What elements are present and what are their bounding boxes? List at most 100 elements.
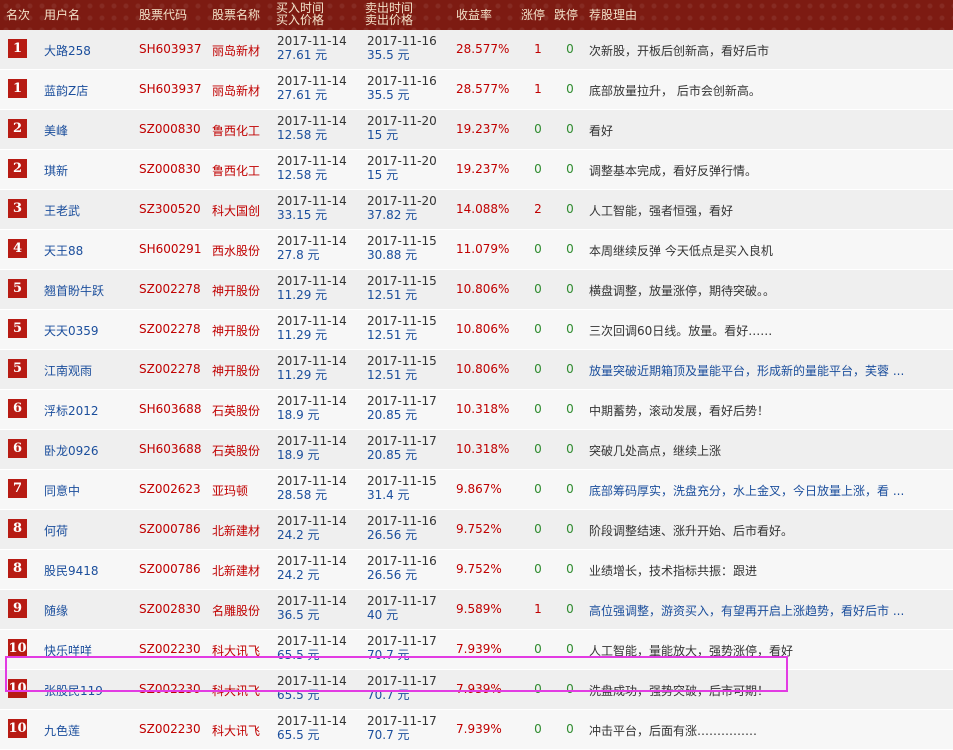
sell-price: 70.7 元 — [367, 728, 410, 742]
stock-name-link[interactable]: 石英股份 — [212, 402, 260, 419]
stock-code-link[interactable]: SH603937 — [139, 82, 201, 96]
return-rate: 9.752% — [456, 522, 502, 536]
sell-date: 2017-11-17 — [367, 434, 437, 448]
stock-code-link[interactable]: SZ300520 — [139, 202, 201, 216]
recommend-reason: 突破几处高点，继续上涨 — [589, 444, 722, 458]
stock-name-link[interactable]: 丽岛新材 — [212, 42, 260, 59]
stock-code-link[interactable]: SH603688 — [139, 402, 201, 416]
return-rate: 19.237% — [456, 162, 510, 176]
buy-date: 2017-11-14 — [277, 354, 347, 368]
sell-price: 26.56 元 — [367, 528, 418, 542]
user-link[interactable]: 随缘 — [44, 602, 68, 619]
user-link[interactable]: 张股民119 — [44, 682, 103, 699]
stock-name-link[interactable]: 鲁西化工 — [212, 122, 260, 139]
user-link[interactable]: 蓝韵Z店 — [44, 82, 88, 99]
return-rate: 7.939% — [456, 642, 502, 656]
user-link[interactable]: 天天0359 — [44, 322, 99, 339]
rank-badge: 5 — [8, 279, 27, 298]
stock-code-link[interactable]: SZ002278 — [139, 362, 201, 376]
return-rate: 9.752% — [456, 562, 502, 576]
stock-code-link[interactable]: SZ000786 — [139, 562, 201, 576]
header-rate: 收益率 — [456, 8, 493, 22]
user-link[interactable]: 大路258 — [44, 42, 91, 59]
stock-name-link[interactable]: 科大讯飞 — [212, 642, 260, 659]
stock-code-link[interactable]: SH603688 — [139, 442, 201, 456]
recommend-reason: 洗盘成功，强势突破，后市可期！ — [589, 684, 770, 698]
recommend-reason[interactable]: 高位强调整，游资买入，有望再开启上涨趋势，看好后市 ... — [589, 602, 919, 619]
stock-code-link[interactable]: SZ000786 — [139, 522, 201, 536]
user-link[interactable]: 浮标2012 — [44, 402, 99, 419]
recommend-reason[interactable]: 底部筹码厚实，洗盘充分，水上金叉，今日放量上涨，看 ... — [589, 482, 919, 499]
limit-down-count: 0 — [566, 562, 574, 576]
buy-price: 24.2 元 — [277, 528, 320, 542]
stock-name-link[interactable]: 北新建材 — [212, 522, 260, 539]
stock-name-link[interactable]: 神开股份 — [212, 282, 260, 299]
stock-name-link[interactable]: 科大讯飞 — [212, 722, 260, 739]
recommend-reason[interactable]: 放量突破近期箱顶及量能平台，形成新的量能平台，芙蓉 ... — [589, 362, 919, 379]
return-rate: 9.589% — [456, 602, 502, 616]
stock-code-link[interactable]: SZ002230 — [139, 682, 201, 696]
stock-name-link[interactable]: 鲁西化工 — [212, 162, 260, 179]
user-link[interactable]: 美峰 — [44, 122, 68, 139]
stock-name-link[interactable]: 科大国创 — [212, 202, 260, 219]
stock-name-link[interactable]: 北新建材 — [212, 562, 260, 579]
limit-up-count: 0 — [534, 402, 542, 416]
user-link[interactable]: 天王88 — [44, 242, 83, 259]
buy-date: 2017-11-14 — [277, 514, 347, 528]
stock-code-link[interactable]: SZ000830 — [139, 122, 201, 136]
buy-cell: 2017-11-14 12.58 元 — [277, 114, 347, 142]
stock-name-link[interactable]: 科大讯飞 — [212, 682, 260, 699]
stock-name-link[interactable]: 神开股份 — [212, 322, 260, 339]
sell-cell: 2017-11-17 20.85 元 — [367, 434, 437, 462]
recommend-reason: 三次回调60日线。放量。看好…… — [589, 324, 773, 338]
buy-price: 65.5 元 — [277, 688, 320, 702]
stock-code-link[interactable]: SZ002830 — [139, 602, 201, 616]
buy-cell: 2017-11-14 24.2 元 — [277, 514, 347, 542]
table-row: 5 翘首盼牛跃 SZ002278 神开股份 2017-11-14 11.29 元 2017-… — [0, 270, 953, 310]
buy-date: 2017-11-14 — [277, 554, 347, 568]
user-link[interactable]: 卧龙0926 — [44, 442, 99, 459]
stock-code-link[interactable]: SH603937 — [139, 42, 201, 56]
stock-name-link[interactable]: 石英股份 — [212, 442, 260, 459]
buy-cell: 2017-11-14 12.58 元 — [277, 154, 347, 182]
sell-date: 2017-11-17 — [367, 594, 437, 608]
recommend-reason: 底部放量拉升， 后市会创新高。 — [589, 84, 761, 98]
sell-cell: 2017-11-20 15 元 — [367, 154, 437, 182]
limit-up-count: 0 — [534, 242, 542, 256]
stock-name-link[interactable]: 神开股份 — [212, 362, 260, 379]
user-link[interactable]: 翘首盼牛跃 — [44, 282, 104, 299]
table-row: 8 股民9418 SZ000786 北新建材 2017-11-14 24.2 元 2017-… — [0, 550, 953, 590]
buy-cell: 2017-11-14 11.29 元 — [277, 314, 347, 342]
user-link[interactable]: 九色莲 — [44, 722, 80, 739]
limit-down-count: 0 — [566, 522, 574, 536]
sell-price: 12.51 元 — [367, 368, 418, 382]
stock-name-link[interactable]: 西水股份 — [212, 242, 260, 259]
user-link[interactable]: 琪新 — [44, 162, 68, 179]
stock-code-link[interactable]: SZ002278 — [139, 322, 201, 336]
sell-price: 15 元 — [367, 128, 399, 142]
rank-badge: 2 — [8, 159, 27, 178]
sell-date: 2017-11-17 — [367, 394, 437, 408]
stock-code-link[interactable]: SZ002623 — [139, 482, 201, 496]
user-link[interactable]: 同意中 — [44, 482, 80, 499]
user-link[interactable]: 何荷 — [44, 522, 68, 539]
stock-code-link[interactable]: SZ002230 — [139, 722, 201, 736]
stock-name-link[interactable]: 名雕股份 — [212, 602, 260, 619]
stock-code-link[interactable]: SZ000830 — [139, 162, 201, 176]
buy-price: 27.8 元 — [277, 248, 320, 262]
user-link[interactable]: 快乐咩咩 — [44, 642, 92, 659]
return-rate: 19.237% — [456, 122, 510, 136]
buy-price: 11.29 元 — [277, 368, 328, 382]
stock-code-link[interactable]: SZ002278 — [139, 282, 201, 296]
limit-up-count: 0 — [534, 482, 542, 496]
sell-date: 2017-11-15 — [367, 274, 437, 288]
user-link[interactable]: 股民9418 — [44, 562, 99, 579]
stock-code-link[interactable]: SZ002230 — [139, 642, 201, 656]
limit-up-count: 0 — [534, 682, 542, 696]
stock-name-link[interactable]: 丽岛新材 — [212, 82, 260, 99]
sell-cell: 2017-11-17 70.7 元 — [367, 714, 437, 742]
user-link[interactable]: 王老武 — [44, 202, 80, 219]
stock-name-link[interactable]: 亚玛顿 — [212, 482, 248, 499]
stock-code-link[interactable]: SH600291 — [139, 242, 201, 256]
user-link[interactable]: 江南观雨 — [44, 362, 92, 379]
